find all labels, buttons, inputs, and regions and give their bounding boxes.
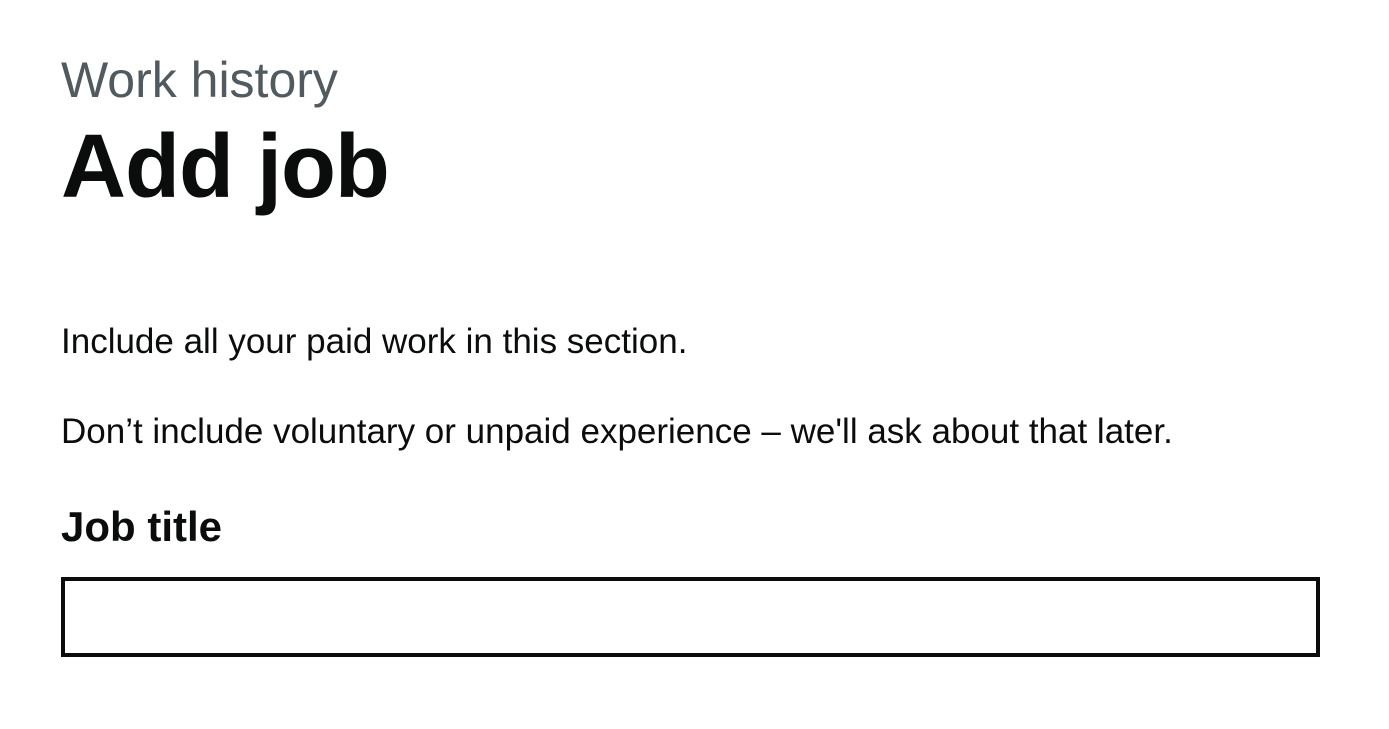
job-title-label: Job title [61,503,223,550]
page-title: Add job [61,117,390,217]
intro-paragraph: Include all your paid work in this secti… [61,322,688,361]
section-caption: Work history [61,52,338,108]
job-title-input[interactable] [61,577,1320,657]
exclusion-paragraph: Don’t include voluntary or unpaid experi… [61,412,1173,451]
